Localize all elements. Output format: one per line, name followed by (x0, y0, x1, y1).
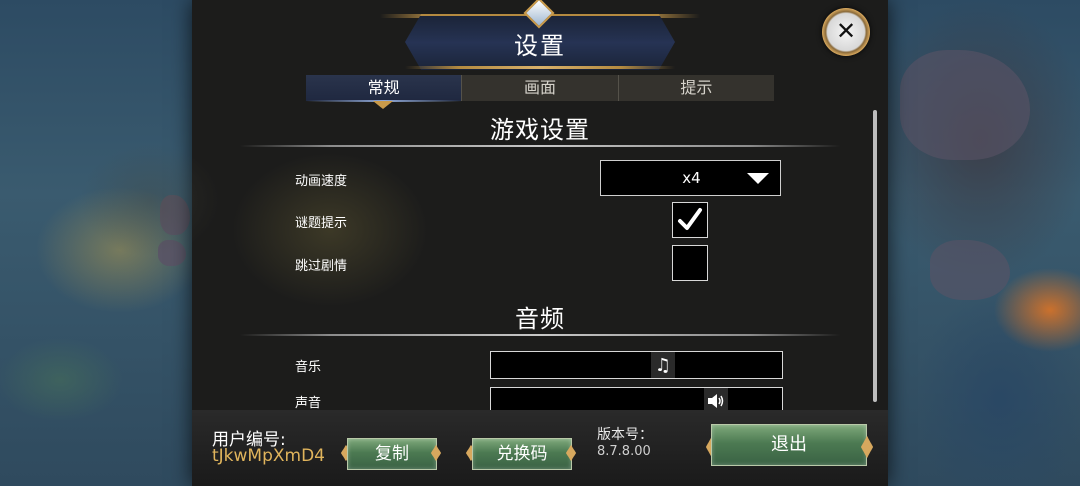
page-title: 设置 (514, 32, 566, 60)
scrollbar[interactable] (873, 110, 877, 402)
section-divider (240, 145, 840, 147)
redeem-code-button[interactable]: 兑换码 (472, 438, 572, 470)
music-note-icon: ♫ (654, 354, 672, 376)
music-slider-handle[interactable]: ♫ (651, 352, 675, 378)
sound-label: 声音 (295, 396, 322, 411)
banner-ornament (405, 66, 675, 69)
user-id-value: tJkwMpXmD4 (212, 446, 325, 466)
skip-story-label: 跳过剧情 (295, 259, 348, 274)
puzzle-hints-checkbox[interactable] (672, 202, 708, 238)
copy-button[interactable]: 复制 (347, 438, 437, 470)
checkmark-icon (678, 208, 702, 230)
animation-speed-label: 动画速度 (295, 174, 348, 189)
exit-button[interactable]: 退出 (711, 424, 867, 466)
version-value: 8.7.8.00 (597, 444, 651, 459)
music-label: 音乐 (295, 360, 322, 375)
puzzle-hints-label: 谜题提示 (295, 216, 348, 231)
version-label: 版本号： (597, 427, 653, 443)
skip-story-checkbox[interactable] (672, 245, 708, 281)
tab-general[interactable]: 常规 (306, 75, 463, 101)
animation-speed-dropdown[interactable]: x4 (600, 160, 781, 196)
section-heading-game: 游戏设置 (490, 116, 590, 144)
speaker-icon (708, 394, 724, 408)
section-heading-audio: 音频 (515, 305, 565, 333)
tab-bar: 常规 画面 提示 (306, 75, 774, 101)
music-volume-slider[interactable]: ♫ (490, 351, 783, 379)
close-button[interactable]: ✕ (822, 8, 870, 56)
close-icon: ✕ (835, 17, 857, 45)
section-divider (240, 334, 840, 336)
tab-hints[interactable]: 提示 (619, 75, 774, 101)
tab-graphics[interactable]: 画面 (462, 75, 619, 101)
